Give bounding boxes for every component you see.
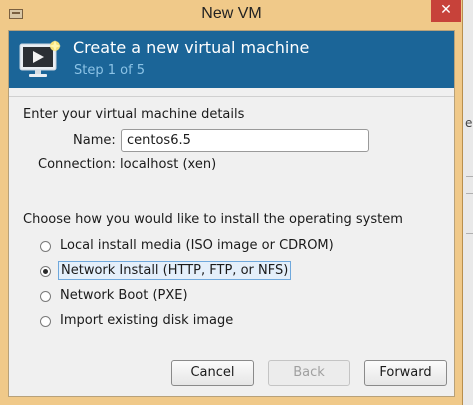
radio-label[interactable]: Local install media (ISO image or CDROM): [60, 238, 334, 253]
new-vm-window: New VM ✕ Create a new virtual machine St…: [0, 0, 463, 405]
forward-button[interactable]: Forward: [364, 360, 447, 386]
install-method-heading: Choose how you would like to install the…: [23, 212, 403, 227]
background-line: [466, 233, 473, 234]
radio-label[interactable]: Import existing disk image: [60, 313, 233, 328]
background-window-fragment: e: [463, 0, 473, 405]
background-line: [466, 176, 473, 177]
radio-button[interactable]: [40, 316, 51, 327]
window-title: New VM: [201, 5, 262, 22]
connection-label: Connection:: [38, 157, 116, 172]
radio-button-selected[interactable]: [40, 266, 51, 277]
vm-name-input[interactable]: [121, 129, 369, 152]
monitor-play-icon: [19, 40, 61, 77]
banner-title: Create a new virtual machine: [73, 38, 310, 57]
close-button[interactable]: ✕: [431, 0, 461, 22]
title-bar[interactable]: New VM ✕: [0, 0, 463, 30]
details-heading: Enter your virtual machine details: [23, 107, 245, 122]
connection-value: localhost (xen): [120, 157, 217, 172]
background-line: [466, 193, 473, 194]
separator: [9, 96, 454, 97]
header-banner: Create a new virtual machine Step 1 of 5: [9, 31, 454, 88]
cancel-button[interactable]: Cancel: [171, 360, 254, 386]
radio-button[interactable]: [40, 241, 51, 252]
name-label: Name:: [73, 133, 116, 148]
step-indicator: Step 1 of 5: [74, 63, 146, 78]
background-text-fragment: e: [465, 116, 473, 130]
radio-label[interactable]: Network Install (HTTP, FTP, or NFS): [58, 261, 292, 280]
dialog-content: Create a new virtual machine Step 1 of 5…: [8, 30, 455, 397]
radio-button[interactable]: [40, 291, 51, 302]
radio-label[interactable]: Network Boot (PXE): [60, 288, 188, 303]
back-button[interactable]: Back: [268, 360, 350, 386]
